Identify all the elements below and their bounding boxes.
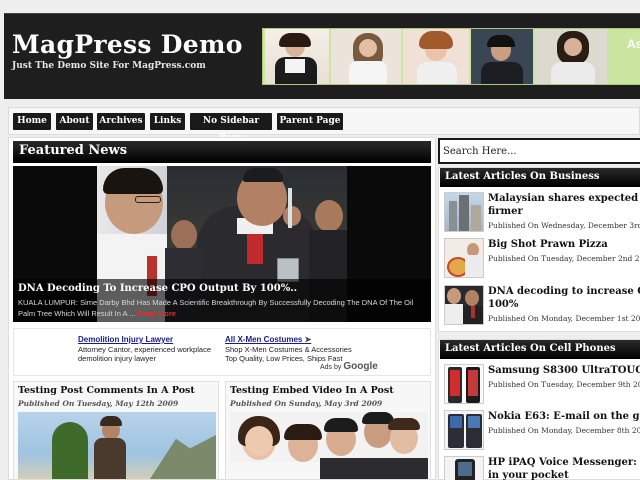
post-thumbnail[interactable] — [18, 412, 216, 479]
article-item[interactable]: Big Shot Prawn Pizza Published On Tuesda… — [444, 238, 640, 280]
widget-header-cell-phones: Latest Articles On Cell Phones — [440, 340, 640, 359]
nav-home[interactable]: Home — [13, 113, 51, 130]
nav-links[interactable]: Links — [150, 113, 185, 130]
article-title-line[interactable]: HP iPAQ Voice Messenger: M — [488, 457, 640, 468]
article-title-line[interactable]: Samsung S8300 UltraTOUCH — [488, 365, 640, 376]
article-title[interactable]: Nokia E63: E-mail on the go — [488, 410, 640, 423]
ad-demolition-lawyer[interactable]: Demolition Injury Lawyer Attorney Cantor… — [78, 335, 218, 363]
article-title-line[interactable]: firmer — [488, 206, 523, 217]
featured-slider[interactable]: DNA Decoding To Increase CPO Output By 1… — [13, 166, 431, 322]
article-thumbnail[interactable] — [444, 238, 484, 278]
article-title-line[interactable]: Malaysian shares expected to — [488, 193, 640, 204]
article-title-line[interactable]: Nokia E63: E-mail on the go — [488, 411, 640, 422]
article-item[interactable]: HP iPAQ Voice Messenger: M in your pocket — [444, 456, 640, 480]
post-date: Published On Sunday, May 3rd 2009 — [230, 399, 383, 408]
article-title[interactable]: Malaysian shares expected to firmer — [488, 192, 640, 218]
read-more-link[interactable]: Read More — [138, 309, 176, 318]
featured-header: Featured News — [13, 141, 431, 163]
post-card[interactable]: Testing Embed Video In A Post Published … — [225, 381, 431, 480]
banner-photo-2 — [331, 29, 401, 84]
google-logo: Google — [343, 361, 378, 372]
ad-xmen-costumes[interactable]: All X-Men Costumes ➤ Shop X-Men Costumes… — [225, 335, 365, 363]
search-box — [438, 138, 640, 164]
ad-title-text[interactable]: All X-Men Costumes — [225, 335, 302, 344]
article-thumbnail[interactable] — [444, 410, 484, 450]
article-meta: Published On Wednesday, December 3rd 200 — [488, 221, 640, 230]
main-navigation: Home About Archives Links No Sidebar Pag… — [8, 107, 640, 143]
post-card[interactable]: Testing Post Comments In A Post Publishe… — [13, 381, 219, 480]
article-item[interactable]: Samsung S8300 UltraTOUCH Published On Tu… — [444, 364, 640, 406]
featured-title: Featured News — [19, 143, 128, 158]
slide-excerpt-text: KUALA LUMPUR: Sime Darby Bhd Has Made A … — [18, 298, 414, 318]
article-title[interactable]: HP iPAQ Voice Messenger: M in your pocket — [488, 456, 640, 480]
article-item[interactable]: DNA decoding to increase CP 100% Publishe… — [444, 285, 640, 327]
site-title[interactable]: MagPress Demo — [12, 30, 243, 59]
site-header: MagPress Demo Just The Demo Site For Mag… — [4, 13, 640, 99]
google-ads: Demolition Injury Lawyer Attorney Cantor… — [13, 328, 431, 376]
ad-title[interactable]: All X-Men Costumes ➤ — [225, 335, 365, 344]
banner-text: Asi — [627, 37, 640, 51]
post-title[interactable]: Testing Post Comments In A Post — [18, 385, 195, 396]
article-meta: Published On Monday, December 1st 2008 — [488, 314, 640, 323]
article-meta: Published On Monday, December 8th 2008 — [488, 426, 640, 435]
nav-archives[interactable]: Archives — [97, 113, 145, 130]
slide-caption: DNA Decoding To Increase CPO Output By 1… — [13, 279, 431, 322]
article-meta: Published On Tuesday, December 2nd 2008 — [488, 254, 640, 263]
nav-parent-page[interactable]: Parent Page — [277, 113, 343, 130]
post-date: Published On Tuesday, May 12th 2009 — [18, 399, 179, 408]
article-thumbnail[interactable] — [444, 456, 484, 480]
banner-photo-3 — [403, 29, 469, 84]
article-thumbnail[interactable] — [444, 192, 484, 232]
article-thumbnail[interactable] — [444, 285, 484, 325]
article-title-line[interactable]: Big Shot Prawn Pizza — [488, 239, 608, 250]
article-title[interactable]: Big Shot Prawn Pizza — [488, 238, 640, 251]
header-banner[interactable]: Asi — [262, 28, 640, 85]
widget-header-business: Latest Articles On Business — [440, 168, 640, 187]
post-thumbnail[interactable] — [230, 412, 428, 479]
site-description: Just The Demo Site For MagPress.com — [12, 61, 206, 71]
post-title[interactable]: Testing Embed Video In A Post — [230, 385, 394, 396]
ad-title[interactable]: Demolition Injury Lawyer — [78, 335, 218, 344]
slide-excerpt: KUALA LUMPUR: Sime Darby Bhd Has Made A … — [18, 297, 430, 319]
article-item[interactable]: Nokia E63: E-mail on the go Published On… — [444, 410, 640, 452]
banner-photo-5 — [535, 29, 607, 84]
article-title-line[interactable]: in your pocket — [488, 470, 569, 480]
article-title-line[interactable]: DNA decoding to increase CP — [488, 286, 640, 297]
widget-title: Latest Articles On Business — [445, 171, 600, 182]
ads-by-google[interactable]: Ads by Google — [320, 361, 378, 372]
article-title-line[interactable]: 100% — [488, 299, 518, 310]
article-thumbnail[interactable] — [444, 364, 484, 404]
banner-photo-1 — [265, 29, 329, 84]
banner-photo-4 — [471, 29, 533, 84]
nav-about[interactable]: About — [56, 113, 93, 130]
article-item[interactable]: Malaysian shares expected to firmer Publi… — [444, 192, 640, 234]
article-title[interactable]: DNA decoding to increase CP 100% — [488, 285, 640, 311]
ads-by-label: Ads by — [320, 364, 342, 371]
search-input[interactable] — [443, 144, 633, 159]
article-meta: Published On Tuesday, December 9th 2008 — [488, 380, 640, 389]
ad-text: Attorney Cantor, experienced workplace d… — [78, 345, 211, 363]
widget-title: Latest Articles On Cell Phones — [445, 343, 616, 354]
nav-no-sidebar-page[interactable]: No Sidebar Page — [190, 113, 272, 143]
cursor-icon: ➤ — [304, 335, 312, 344]
article-title[interactable]: Samsung S8300 UltraTOUCH — [488, 364, 640, 377]
slide-title[interactable]: DNA Decoding To Increase CPO Output By 1… — [18, 283, 426, 294]
